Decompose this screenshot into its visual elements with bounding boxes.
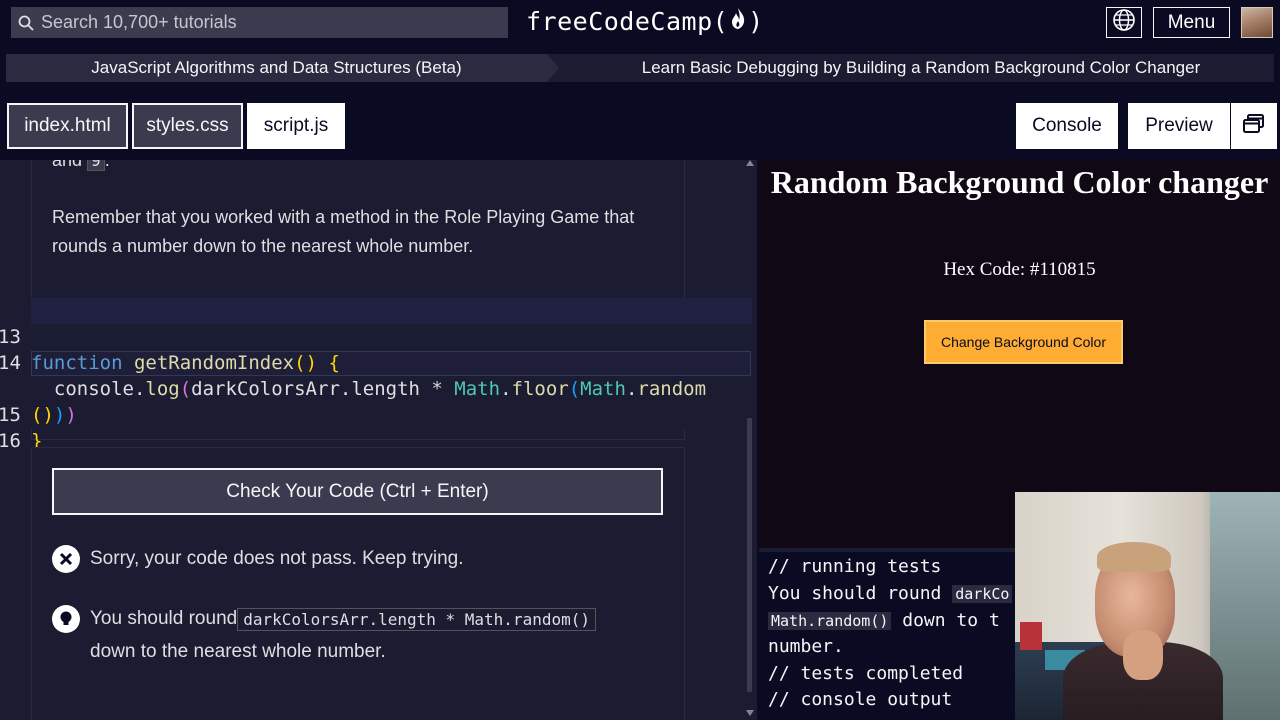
hint-suffix: down to the nearest whole number. — [90, 641, 386, 662]
breadcrumb-lesson[interactable]: Learn Basic Debugging by Building a Rand… — [566, 54, 1276, 82]
language-button[interactable] — [1106, 7, 1142, 38]
description-top-prefix: and — [52, 160, 88, 170]
check-code-button[interactable]: Check Your Code (Ctrl + Enter) — [52, 468, 663, 515]
close-circle-icon — [52, 545, 80, 573]
hint-prefix: You should round — [90, 608, 238, 629]
hint-message: You should round darkColorsArr.length * … — [52, 605, 662, 663]
breadcrumb-separator — [547, 54, 559, 82]
console-line: Math.random() down to t — [768, 610, 1000, 631]
search-input[interactable] — [41, 12, 481, 33]
webcam-person-hand — [1123, 630, 1163, 680]
code-line[interactable]: 13 function getRandomIndex() { — [0, 298, 340, 374]
flame-icon — [729, 6, 747, 36]
description-top-line: and 9. — [52, 160, 110, 171]
code-text: function getRandomIndex() { — [31, 352, 340, 374]
scroll-down-icon[interactable] — [746, 710, 754, 716]
popout-icon — [1243, 113, 1265, 139]
globe-icon — [1112, 8, 1136, 37]
console-line: // tests completed — [768, 663, 964, 684]
search-bar[interactable] — [11, 7, 508, 38]
brand-text-left: freeCodeCamp( — [526, 6, 729, 36]
console-code: Math.random() — [768, 612, 892, 630]
code-text: console.log(darkColorsArr.length * Math.… — [31, 378, 707, 400]
code-line[interactable]: 15 } — [0, 376, 69, 452]
webcam-object — [1020, 622, 1042, 650]
console-line: // running tests — [768, 556, 942, 577]
change-background-button[interactable]: Change Background Color — [924, 320, 1123, 364]
console-text: You should round — [768, 583, 953, 604]
code-line[interactable]: ())) — [0, 350, 77, 426]
code-editor[interactable]: 13 function getRandomIndex() { 14 consol… — [0, 298, 752, 478]
webcam-person-hair — [1097, 542, 1171, 572]
tab-styles-css[interactable]: styles.css — [132, 103, 243, 149]
current-line-highlight — [31, 298, 752, 324]
description-top-code: 9 — [87, 160, 105, 171]
popout-preview-button[interactable] — [1231, 103, 1277, 149]
line-number: 16 — [0, 430, 21, 452]
console-line: // console output — [768, 689, 953, 710]
description-text: Remember that you worked with a method i… — [52, 207, 635, 256]
fail-text: Sorry, your code does not pass. Keep try… — [90, 548, 464, 569]
avatar[interactable] — [1241, 7, 1273, 38]
fail-message: Sorry, your code does not pass. Keep try… — [52, 545, 464, 573]
scroll-thumb[interactable] — [747, 418, 752, 692]
code-line[interactable]: 14 console.log(darkColorsArr.length * Ma… — [0, 324, 706, 400]
brand-logo[interactable]: freeCodeCamp( ) — [526, 6, 764, 36]
code-line[interactable]: 16 getRandomIndex(); — [0, 402, 226, 478]
console-line: You should round darkCo — [768, 583, 1013, 604]
search-icon — [11, 15, 41, 31]
tab-script-js[interactable]: script.js — [247, 103, 345, 149]
top-nav: freeCodeCamp( ) Menu — [0, 0, 1280, 46]
webcam-overlay — [1015, 492, 1280, 720]
preview-hex-code: Hex Code: #110815 — [943, 259, 1096, 280]
breadcrumb-course[interactable]: JavaScript Algorithms and Data Structure… — [6, 54, 547, 82]
instructions-editor-pane: and 9. Remember that you worked with a m… — [0, 160, 757, 720]
console-code: darkCo — [952, 585, 1013, 603]
scroll-up-icon[interactable] — [746, 160, 754, 166]
menu-button[interactable]: Menu — [1153, 7, 1230, 38]
description-top-suffix: . — [104, 160, 110, 170]
tab-console[interactable]: Console — [1016, 103, 1118, 149]
console-line: number. — [768, 636, 844, 657]
preview-title: Random Background Color changer — [770, 164, 1269, 200]
preview-pane: Random Background Color changer Hex Code… — [759, 160, 1280, 548]
breadcrumb: JavaScript Algorithms and Data Structure… — [6, 54, 1274, 82]
editor-scrollbar[interactable] — [746, 160, 754, 720]
brand-text-right: ) — [748, 6, 764, 36]
lightbulb-icon — [52, 605, 80, 633]
console-text: down to t — [891, 610, 1000, 631]
tab-index-html[interactable]: index.html — [7, 103, 128, 149]
tab-preview[interactable]: Preview — [1128, 103, 1230, 149]
hint-code: darkColorsArr.length * Math.random() — [237, 607, 596, 631]
